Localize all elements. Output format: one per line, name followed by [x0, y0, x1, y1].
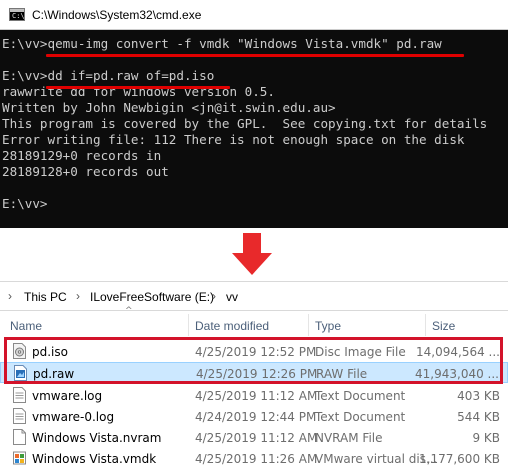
console-line: 28189129+0 records in [2, 148, 162, 163]
highlight-underline [46, 86, 230, 89]
file-type: Text Document [315, 389, 406, 403]
console-line: E:\vv>qemu-img convert -f vmdk "Windows … [2, 36, 442, 51]
highlight-underline [46, 54, 464, 57]
column-name[interactable]: Name [10, 319, 42, 333]
file-name: Windows Vista.nvram [32, 431, 162, 445]
cmd-title: C:\Windows\System32\cmd.exe [32, 8, 202, 22]
breadcrumb-item[interactable]: ILoveFreeSoftware (E:) [90, 290, 214, 304]
text-file-icon [13, 408, 26, 424]
file-size: 544 KB [457, 410, 500, 424]
chevron-right-icon: › [212, 289, 216, 303]
cmd-app-icon: C:\ [9, 8, 25, 21]
text-file-icon [13, 387, 26, 403]
column-size[interactable]: Size [432, 319, 455, 333]
file-name: Windows Vista.vmdk [32, 452, 157, 466]
file-size: 403 KB [457, 389, 500, 403]
file-row[interactable]: Windows Vista.vmdk 4/25/2019 11:26 AM VM… [0, 448, 508, 469]
file-row[interactable]: vmware.log 4/25/2019 11:12 AM Text Docum… [0, 385, 508, 406]
highlight-box [4, 337, 503, 384]
console-line: E:\vv> [2, 196, 48, 211]
vmdk-file-icon [13, 451, 26, 465]
file-name: vmware-0.log [32, 410, 115, 424]
sort-caret-icon: ^ [125, 306, 133, 316]
chevron-right-icon: › [8, 289, 12, 303]
file-size: 9 KB [472, 431, 500, 445]
column-divider[interactable] [425, 314, 426, 336]
cmd-titlebar[interactable]: C:\ C:\Windows\System32\cmd.exe [0, 0, 508, 30]
column-type[interactable]: Type [315, 319, 341, 333]
breadcrumb-item[interactable]: This PC [24, 290, 67, 304]
file-type: Text Document [315, 410, 406, 424]
column-divider[interactable] [308, 314, 309, 336]
column-date[interactable]: Date modified [195, 319, 269, 333]
blank-file-icon [13, 429, 26, 445]
file-row[interactable]: vmware-0.log 4/24/2019 12:44 PM Text Doc… [0, 406, 508, 427]
column-divider[interactable] [188, 314, 189, 336]
file-date: 4/25/2019 11:12 AM [195, 431, 318, 445]
console-line: This program is covered by the GPL. See … [2, 116, 488, 131]
file-name: vmware.log [32, 389, 103, 403]
console-line: E:\vv>dd if=pd.raw of=pd.iso [2, 68, 215, 83]
console-line: 28189128+0 records out [2, 164, 169, 179]
file-size: 1,177,600 KB [419, 452, 500, 466]
breadcrumb-item[interactable]: vv [226, 290, 238, 304]
console-line: Error writing file: 112 There is not eno… [2, 132, 465, 147]
file-row[interactable]: Windows Vista.nvram 4/25/2019 11:12 AM N… [0, 427, 508, 448]
file-date: 4/25/2019 11:26 AM [195, 452, 318, 466]
cmd-window: C:\ C:\Windows\System32\cmd.exe E:\vv>qe… [0, 0, 508, 228]
chevron-right-icon: › [76, 289, 80, 303]
file-date: 4/25/2019 11:12 AM [195, 389, 318, 403]
console-line: Written by John Newbigin <jn@it.swin.edu… [2, 100, 336, 115]
file-type: NVRAM File [315, 431, 383, 445]
column-header: Name Date modified Type Size [0, 312, 508, 338]
down-arrow-icon [232, 233, 272, 275]
breadcrumb[interactable]: › This PC › ILoveFreeSoftware (E:) › vv [0, 281, 508, 311]
file-date: 4/24/2019 12:44 PM [195, 410, 317, 424]
